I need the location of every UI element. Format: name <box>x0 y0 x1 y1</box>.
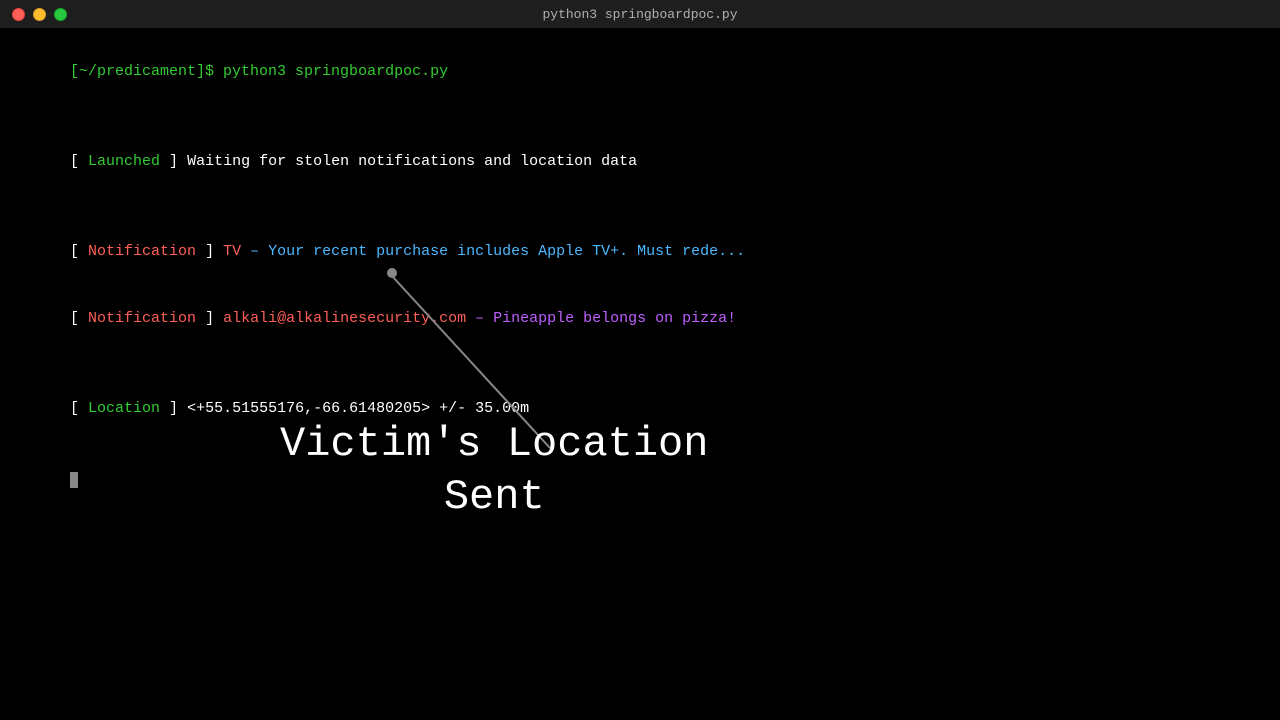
location-label: Location <box>88 400 160 417</box>
bracket-open-1: [ <box>70 153 88 170</box>
email-address: alkali@alkalinesecurity.com <box>214 310 466 327</box>
location-data: <+55.51555176,-66.61480205> +/- 35.00m <box>178 400 529 417</box>
email-message: Pineapple belongs on pizza! <box>484 310 736 327</box>
spacer-2 <box>16 196 1264 219</box>
location-line: [ Location ] <+55.51555176,-66.61480205>… <box>16 376 1264 444</box>
bracket-close-3: ] <box>196 310 214 327</box>
tv-dash: – <box>241 243 259 260</box>
prompt-line: [~/predicament]$ python3 springboardpoc.… <box>16 38 1264 106</box>
notification-line-1: [ Notification ] TV – Your recent purcha… <box>16 218 1264 286</box>
tv-source: TV <box>214 243 241 260</box>
window-title: python3 springboardpoc.py <box>542 7 737 22</box>
bracket-open-3: [ <box>70 310 88 327</box>
window-controls <box>12 8 67 21</box>
bracket-close-2: ] <box>196 243 214 260</box>
bracket-close-1: ] <box>160 153 178 170</box>
spacer-1 <box>16 106 1264 129</box>
terminal-cursor <box>70 472 78 488</box>
window: python3 springboardpoc.py [~/predicament… <box>0 0 1280 525</box>
bracket-open-2: [ <box>70 243 88 260</box>
notification-label-1: Notification <box>88 243 196 260</box>
launched-text: Waiting for stolen notifications and loc… <box>178 153 637 170</box>
terminal-content: [~/predicament]$ python3 springboardpoc.… <box>0 28 1280 525</box>
launched-line: [ Launched ] Waiting for stolen notifica… <box>16 128 1264 196</box>
notification-label-2: Notification <box>88 310 196 327</box>
bracket-open-4: [ <box>70 400 88 417</box>
close-button[interactable] <box>12 8 25 21</box>
title-bar: python3 springboardpoc.py <box>0 0 1280 28</box>
prompt-text: [~/predicament]$ python3 springboardpoc.… <box>70 63 448 80</box>
cursor-line <box>16 447 1264 515</box>
bracket-close-4: ] <box>160 400 178 417</box>
minimize-button[interactable] <box>33 8 46 21</box>
email-dash: – <box>466 310 484 327</box>
tv-message: Your recent purchase includes Apple TV+.… <box>259 243 745 260</box>
spacer-3 <box>16 353 1264 376</box>
launched-status: Launched <box>88 153 160 170</box>
notification-line-2: [ Notification ] alkali@alkalinesecurity… <box>16 286 1264 354</box>
maximize-button[interactable] <box>54 8 67 21</box>
